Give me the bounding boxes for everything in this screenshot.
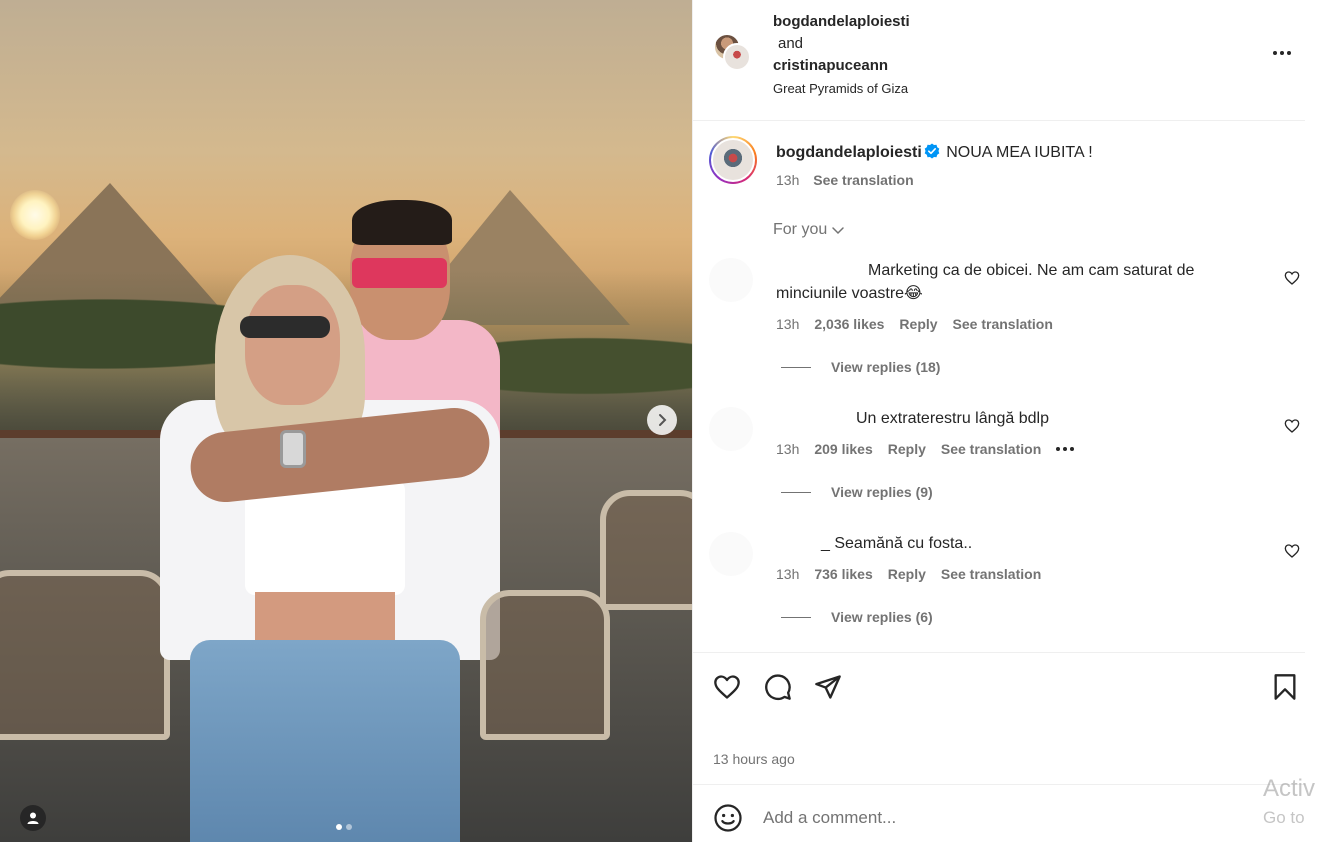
likes-count[interactable]: 736 likes — [814, 566, 872, 582]
view-replies-button[interactable]: View replies (6) — [781, 609, 933, 625]
pink-sunglasses — [352, 258, 447, 288]
post-header: bogdandelaploiesti and cristinapuceann G… — [693, 0, 1305, 121]
share-button[interactable] — [813, 672, 843, 702]
chair — [0, 570, 170, 740]
post-details-panel: bogdandelaploiesti and cristinapuceann G… — [692, 0, 1317, 842]
heart-icon[interactable] — [1284, 270, 1300, 286]
user-icon — [27, 812, 39, 824]
comment-button[interactable] — [763, 672, 793, 702]
bookmark-icon — [1274, 674, 1296, 700]
comment-input[interactable] — [763, 805, 1233, 831]
caption-time: 13h — [776, 172, 800, 188]
reply-button[interactable]: Reply — [888, 441, 926, 457]
dark-sunglasses — [240, 316, 330, 338]
commenter-avatar[interactable] — [709, 258, 753, 302]
dot — [1056, 447, 1061, 451]
more-options-button[interactable] — [1269, 42, 1295, 64]
heart-icon[interactable] — [1284, 543, 1300, 559]
dot — [1273, 51, 1277, 55]
post-photo[interactable] — [0, 0, 692, 842]
avatar[interactable] — [723, 43, 751, 71]
caption-meta: 13h See translation — [776, 172, 1296, 188]
comment-text: Un extraterestru lângă bdlp — [776, 407, 1226, 430]
divider — [781, 616, 811, 618]
likes-count[interactable]: 2,036 likes — [814, 316, 884, 332]
comment-icon — [765, 674, 791, 700]
caption-username[interactable]: bogdandelaploiesti — [776, 144, 922, 161]
chair — [480, 590, 610, 740]
comment-meta: 13h 209 likes Reply See translation — [776, 441, 1075, 457]
comment-text: _ Seamănă cu fosta.. — [776, 532, 1226, 555]
view-replies-label: View replies (18) — [831, 359, 941, 375]
man-hair — [352, 200, 452, 245]
dot — [1063, 447, 1068, 451]
comment-meta: 13h 2,036 likes Reply See translation — [776, 316, 1053, 332]
woman-head — [245, 285, 340, 405]
see-translation-link[interactable]: See translation — [953, 316, 1053, 332]
dot — [1280, 51, 1284, 55]
carousel-dot-active — [336, 824, 342, 830]
add-comment-bar — [693, 784, 1305, 842]
divider — [781, 366, 811, 368]
commenter-avatar[interactable] — [709, 407, 753, 451]
see-translation-link[interactable]: See translation — [941, 441, 1041, 457]
comment-options-button[interactable] — [1056, 447, 1075, 451]
comment-time: 13h — [776, 316, 800, 332]
divider — [781, 491, 811, 493]
sort-label: For you — [773, 221, 828, 238]
dot — [1070, 447, 1075, 451]
and-label: and — [778, 35, 804, 52]
collab-names: bogdandelaploiesti and cristinapuceann G… — [773, 11, 910, 100]
reply-button[interactable]: Reply — [888, 566, 926, 582]
view-replies-label: View replies (9) — [831, 484, 933, 500]
heart-icon[interactable] — [1284, 418, 1300, 434]
caption-avatar[interactable] — [709, 136, 757, 184]
comment-body: Marketing ca de obicei. Ne am cam satura… — [776, 262, 1195, 302]
heart-icon — [714, 675, 740, 699]
username-link[interactable]: cristinapuceann — [773, 55, 910, 77]
commenter-avatar[interactable] — [709, 532, 753, 576]
dot — [1287, 51, 1291, 55]
collab-avatars[interactable] — [713, 33, 755, 75]
comment-meta: 13h 736 likes Reply See translation — [776, 566, 1041, 582]
like-button[interactable] — [712, 672, 742, 702]
view-replies-label: View replies (6) — [831, 609, 933, 625]
carousel-indicator — [336, 824, 352, 830]
username-link[interactable]: bogdandelaploiesti — [773, 11, 910, 33]
comment-body: _ Seamănă cu fosta.. — [821, 535, 973, 552]
see-translation-link[interactable]: See translation — [941, 566, 1041, 582]
comment-sort-dropdown[interactable]: For you — [773, 221, 845, 239]
comment-time: 13h — [776, 566, 800, 582]
caption-text: NOUA MEA IUBITA ! — [946, 144, 1093, 161]
comment-body: Un extraterestru lângă bdlp — [856, 410, 1049, 427]
see-translation-link[interactable]: See translation — [813, 172, 913, 188]
paper-plane-icon — [815, 675, 841, 699]
post-actions: 13 hours ago — [693, 652, 1305, 784]
comment-time: 13h — [776, 441, 800, 457]
reply-button[interactable]: Reply — [899, 316, 937, 332]
caption-body: bogdandelaploiesti NOUA MEA IUBITA ! 13h… — [776, 143, 1296, 188]
chair — [600, 490, 692, 610]
view-replies-button[interactable]: View replies (9) — [781, 484, 933, 500]
chevron-down-icon — [832, 227, 844, 235]
post-timestamp[interactable]: 13 hours ago — [713, 751, 795, 767]
comment-text: Marketing ca de obicei. Ne am cam satura… — [776, 259, 1226, 305]
avatar — [711, 138, 755, 182]
wristwatch — [280, 430, 306, 468]
carousel-dot — [346, 824, 352, 830]
jeans — [190, 640, 460, 842]
likes-count[interactable]: 209 likes — [814, 441, 872, 457]
chevron-right-icon — [659, 414, 667, 426]
verified-badge-icon — [924, 143, 940, 159]
save-button[interactable] — [1270, 672, 1300, 702]
carousel-next-button[interactable] — [647, 405, 677, 435]
location-link[interactable]: Great Pyramids of Giza — [773, 78, 910, 100]
emoji-icon[interactable] — [713, 803, 743, 833]
view-replies-button[interactable]: View replies (18) — [781, 359, 940, 375]
tagged-users-button[interactable] — [20, 805, 46, 831]
